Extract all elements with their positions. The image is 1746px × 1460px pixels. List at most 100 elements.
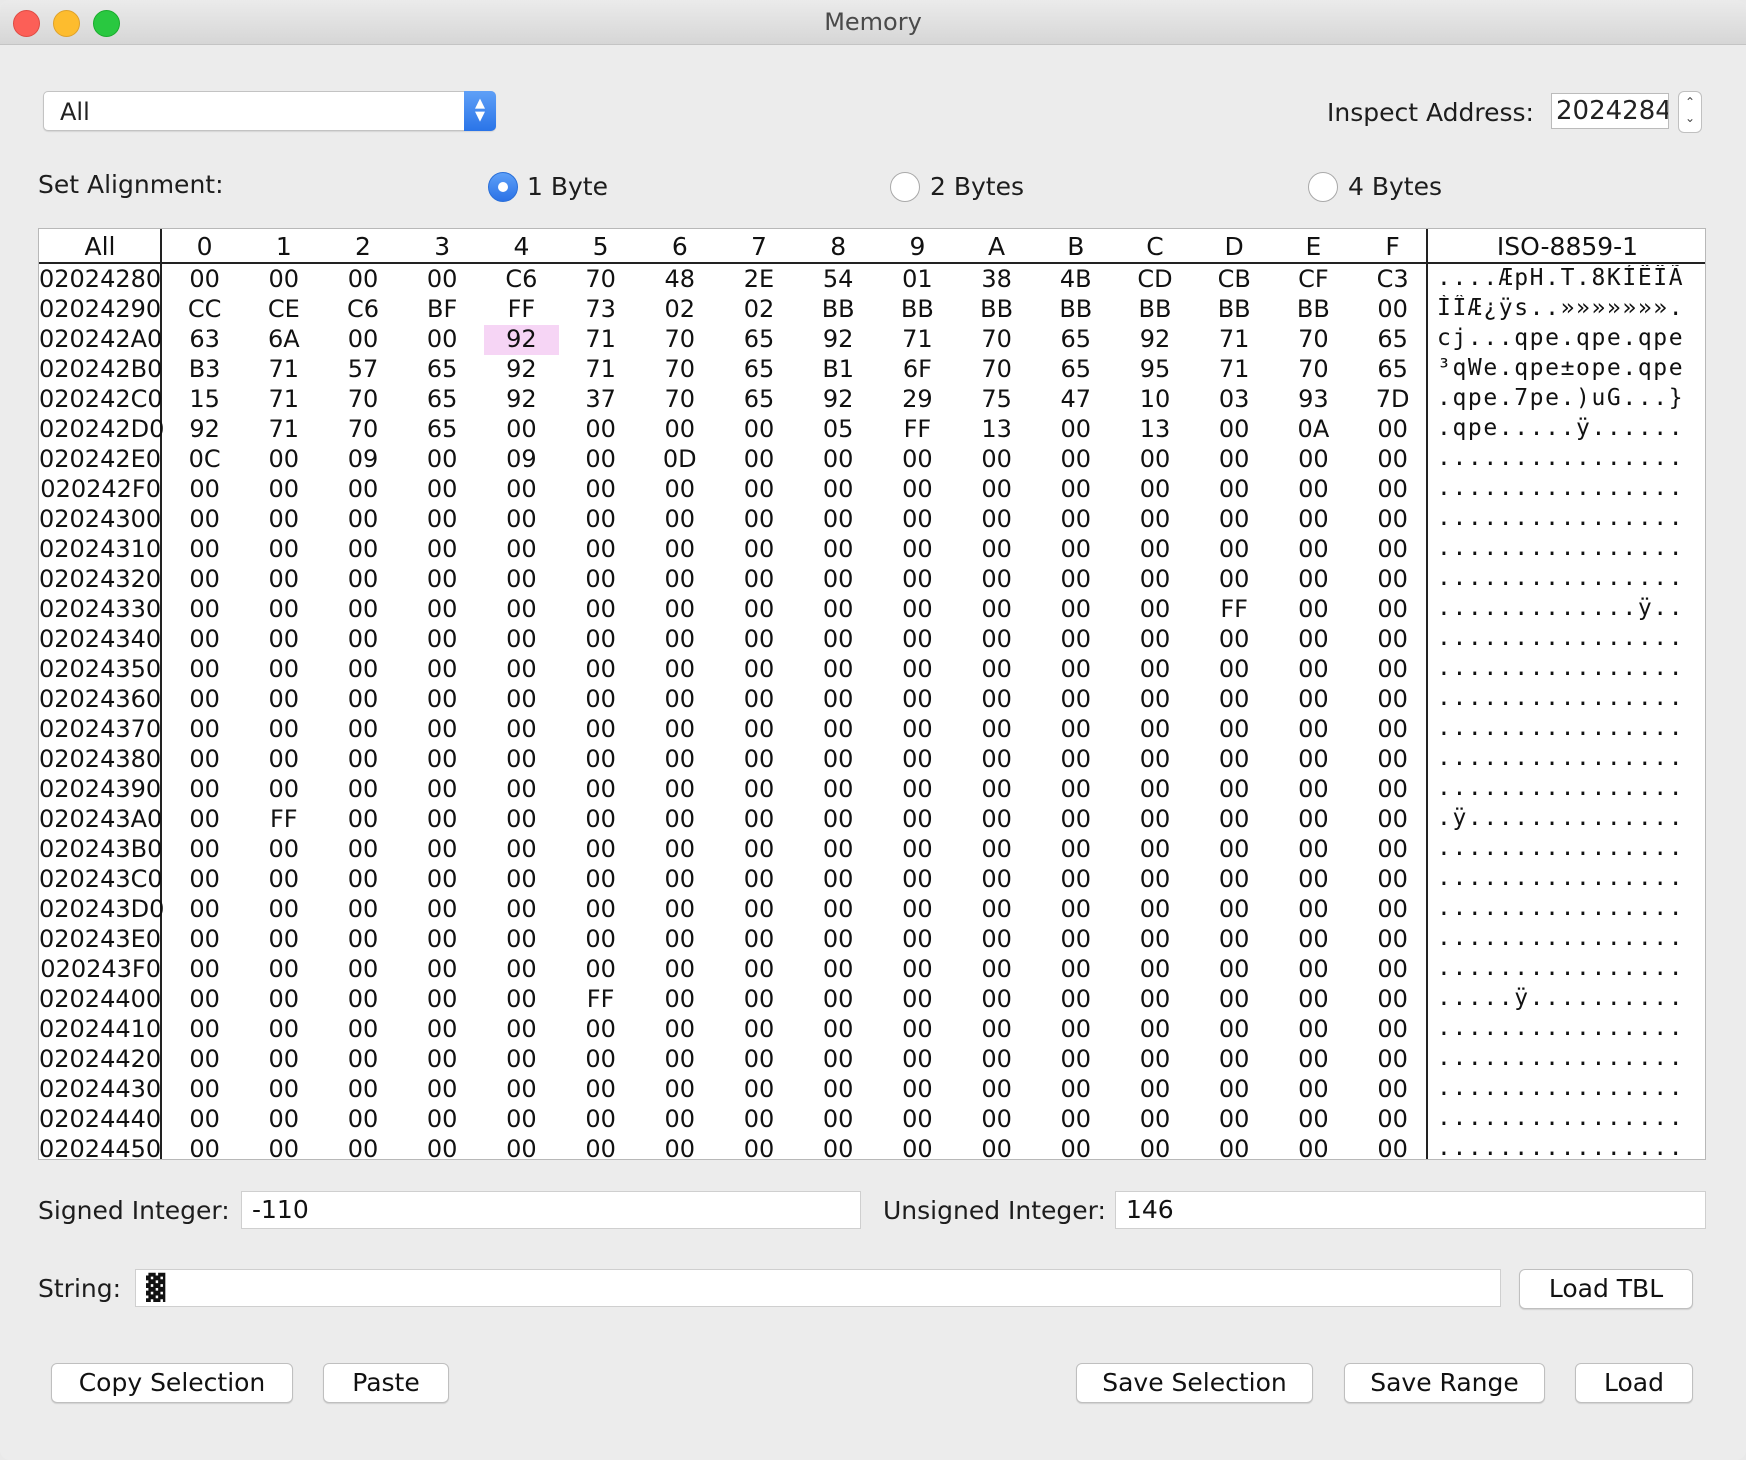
byte-cell[interactable]: 00 xyxy=(719,955,798,983)
byte-cell[interactable]: 00 xyxy=(1115,655,1194,683)
byte-cell[interactable]: CE xyxy=(244,295,323,323)
byte-cell[interactable]: 00 xyxy=(165,1045,244,1073)
byte-cell[interactable]: 00 xyxy=(1274,775,1353,803)
byte-cell[interactable]: 00 xyxy=(799,535,878,563)
byte-cell[interactable]: 00 xyxy=(640,625,719,653)
byte-cell[interactable]: 00 xyxy=(165,1135,244,1163)
address-stepper[interactable]: ⌃ ⌄ xyxy=(1678,91,1702,133)
column-header[interactable]: 9 xyxy=(878,232,957,261)
byte-cell[interactable]: 00 xyxy=(799,1075,878,1103)
byte-cell[interactable]: 00 xyxy=(1274,835,1353,863)
byte-cell[interactable]: 00 xyxy=(878,685,957,713)
byte-cell[interactable]: 15 xyxy=(165,385,244,413)
byte-cell[interactable]: CB xyxy=(1195,265,1274,293)
byte-cell[interactable]: B1 xyxy=(799,355,878,383)
byte-cell[interactable]: 00 xyxy=(165,805,244,833)
byte-cell[interactable]: 00 xyxy=(244,865,323,893)
byte-cell[interactable]: 00 xyxy=(403,325,482,353)
byte-cell[interactable]: 00 xyxy=(403,595,482,623)
byte-cell[interactable]: 00 xyxy=(403,565,482,593)
ascii-cell[interactable]: ................ xyxy=(1437,895,1705,921)
byte-cell[interactable]: 65 xyxy=(1353,355,1432,383)
byte-cell[interactable]: 00 xyxy=(878,655,957,683)
ascii-cell[interactable]: .qpe.7pe.)uG...} xyxy=(1437,385,1705,411)
byte-cell[interactable]: 00 xyxy=(1353,745,1432,773)
byte-cell[interactable]: 00 xyxy=(1274,955,1353,983)
byte-cell[interactable]: 00 xyxy=(640,715,719,743)
byte-cell[interactable]: 00 xyxy=(640,535,719,563)
byte-cell[interactable]: 00 xyxy=(323,685,402,713)
byte-cell[interactable]: 00 xyxy=(957,715,1036,743)
byte-cell[interactable]: 00 xyxy=(1195,685,1274,713)
byte-cell[interactable]: 00 xyxy=(957,805,1036,833)
byte-cell[interactable]: 71 xyxy=(1195,355,1274,383)
ascii-cell[interactable]: .ÿ.............. xyxy=(1437,805,1705,831)
byte-cell[interactable]: 00 xyxy=(244,715,323,743)
byte-cell[interactable]: 63 xyxy=(165,325,244,353)
byte-cell[interactable]: 00 xyxy=(323,535,402,563)
column-header[interactable]: 4 xyxy=(482,232,561,261)
byte-cell[interactable]: 0C xyxy=(165,445,244,473)
byte-cell[interactable]: 00 xyxy=(1036,625,1115,653)
byte-cell[interactable]: 00 xyxy=(403,535,482,563)
ascii-cell[interactable]: ................ xyxy=(1437,1135,1705,1161)
byte-cell[interactable]: 00 xyxy=(561,925,640,953)
column-header[interactable]: C xyxy=(1115,232,1194,261)
byte-cell[interactable]: 00 xyxy=(1274,685,1353,713)
byte-cell[interactable]: 00 xyxy=(561,1135,640,1163)
byte-cell[interactable]: 00 xyxy=(482,655,561,683)
byte-cell[interactable]: 00 xyxy=(561,505,640,533)
byte-cell[interactable]: 00 xyxy=(1036,655,1115,683)
byte-cell[interactable]: 00 xyxy=(1195,1015,1274,1043)
ascii-cell[interactable]: ................ xyxy=(1437,505,1705,531)
byte-cell[interactable]: 00 xyxy=(1195,865,1274,893)
byte-cell[interactable]: CF xyxy=(1274,265,1353,293)
byte-cell[interactable]: 00 xyxy=(561,715,640,743)
byte-cell[interactable]: FF xyxy=(561,985,640,1013)
byte-cell[interactable]: 92 xyxy=(482,325,561,353)
byte-cell[interactable]: 00 xyxy=(482,685,561,713)
byte-cell[interactable]: 00 xyxy=(640,565,719,593)
radio-2-bytes[interactable] xyxy=(890,172,920,202)
byte-cell[interactable]: 00 xyxy=(403,835,482,863)
ascii-cell[interactable]: ................ xyxy=(1437,535,1705,561)
column-header[interactable]: D xyxy=(1195,232,1274,261)
byte-cell[interactable]: 00 xyxy=(165,265,244,293)
byte-cell[interactable]: 00 xyxy=(323,835,402,863)
byte-cell[interactable]: 00 xyxy=(1036,925,1115,953)
byte-cell[interactable]: 00 xyxy=(403,895,482,923)
byte-cell[interactable]: 00 xyxy=(165,775,244,803)
byte-cell[interactable]: 00 xyxy=(403,475,482,503)
byte-cell[interactable]: 65 xyxy=(403,385,482,413)
hex-table[interactable]: All ISO-8859-1 0 1 2 3 4 5 6 7 8 9 A B C D E F 02024280 0… xyxy=(38,228,1706,1163)
ascii-cell[interactable]: ................ xyxy=(1437,1105,1705,1131)
byte-cell[interactable]: 00 xyxy=(878,565,957,593)
byte-cell[interactable]: 00 xyxy=(799,775,878,803)
byte-cell[interactable]: 00 xyxy=(1353,865,1432,893)
byte-cell[interactable]: 00 xyxy=(799,1045,878,1073)
byte-cell[interactable]: 00 xyxy=(719,715,798,743)
byte-cell[interactable]: 00 xyxy=(799,655,878,683)
byte-cell[interactable]: 65 xyxy=(1036,325,1115,353)
byte-cell[interactable]: 00 xyxy=(1195,1105,1274,1133)
byte-cell[interactable]: 00 xyxy=(1274,595,1353,623)
byte-cell[interactable]: 00 xyxy=(799,835,878,863)
ascii-cell[interactable]: .....ÿ.......... xyxy=(1437,985,1705,1011)
byte-cell[interactable]: 65 xyxy=(1353,325,1432,353)
save-selection-button[interactable]: Save Selection xyxy=(1076,1363,1313,1403)
byte-cell[interactable]: 00 xyxy=(482,805,561,833)
byte-cell[interactable]: 00 xyxy=(403,865,482,893)
save-range-button[interactable]: Save Range xyxy=(1344,1363,1545,1403)
byte-cell[interactable]: 00 xyxy=(878,1075,957,1103)
byte-cell[interactable]: 00 xyxy=(1036,1135,1115,1163)
byte-cell[interactable]: 00 xyxy=(561,745,640,773)
byte-cell[interactable]: 00 xyxy=(799,445,878,473)
byte-cell[interactable]: 09 xyxy=(323,445,402,473)
byte-cell[interactable]: 00 xyxy=(1115,865,1194,893)
byte-cell[interactable]: 00 xyxy=(323,475,402,503)
byte-cell[interactable]: 00 xyxy=(403,745,482,773)
byte-cell[interactable]: 00 xyxy=(1353,985,1432,1013)
byte-cell[interactable]: 00 xyxy=(1353,475,1432,503)
byte-cell[interactable]: 00 xyxy=(165,1075,244,1103)
byte-cell[interactable]: 00 xyxy=(878,775,957,803)
